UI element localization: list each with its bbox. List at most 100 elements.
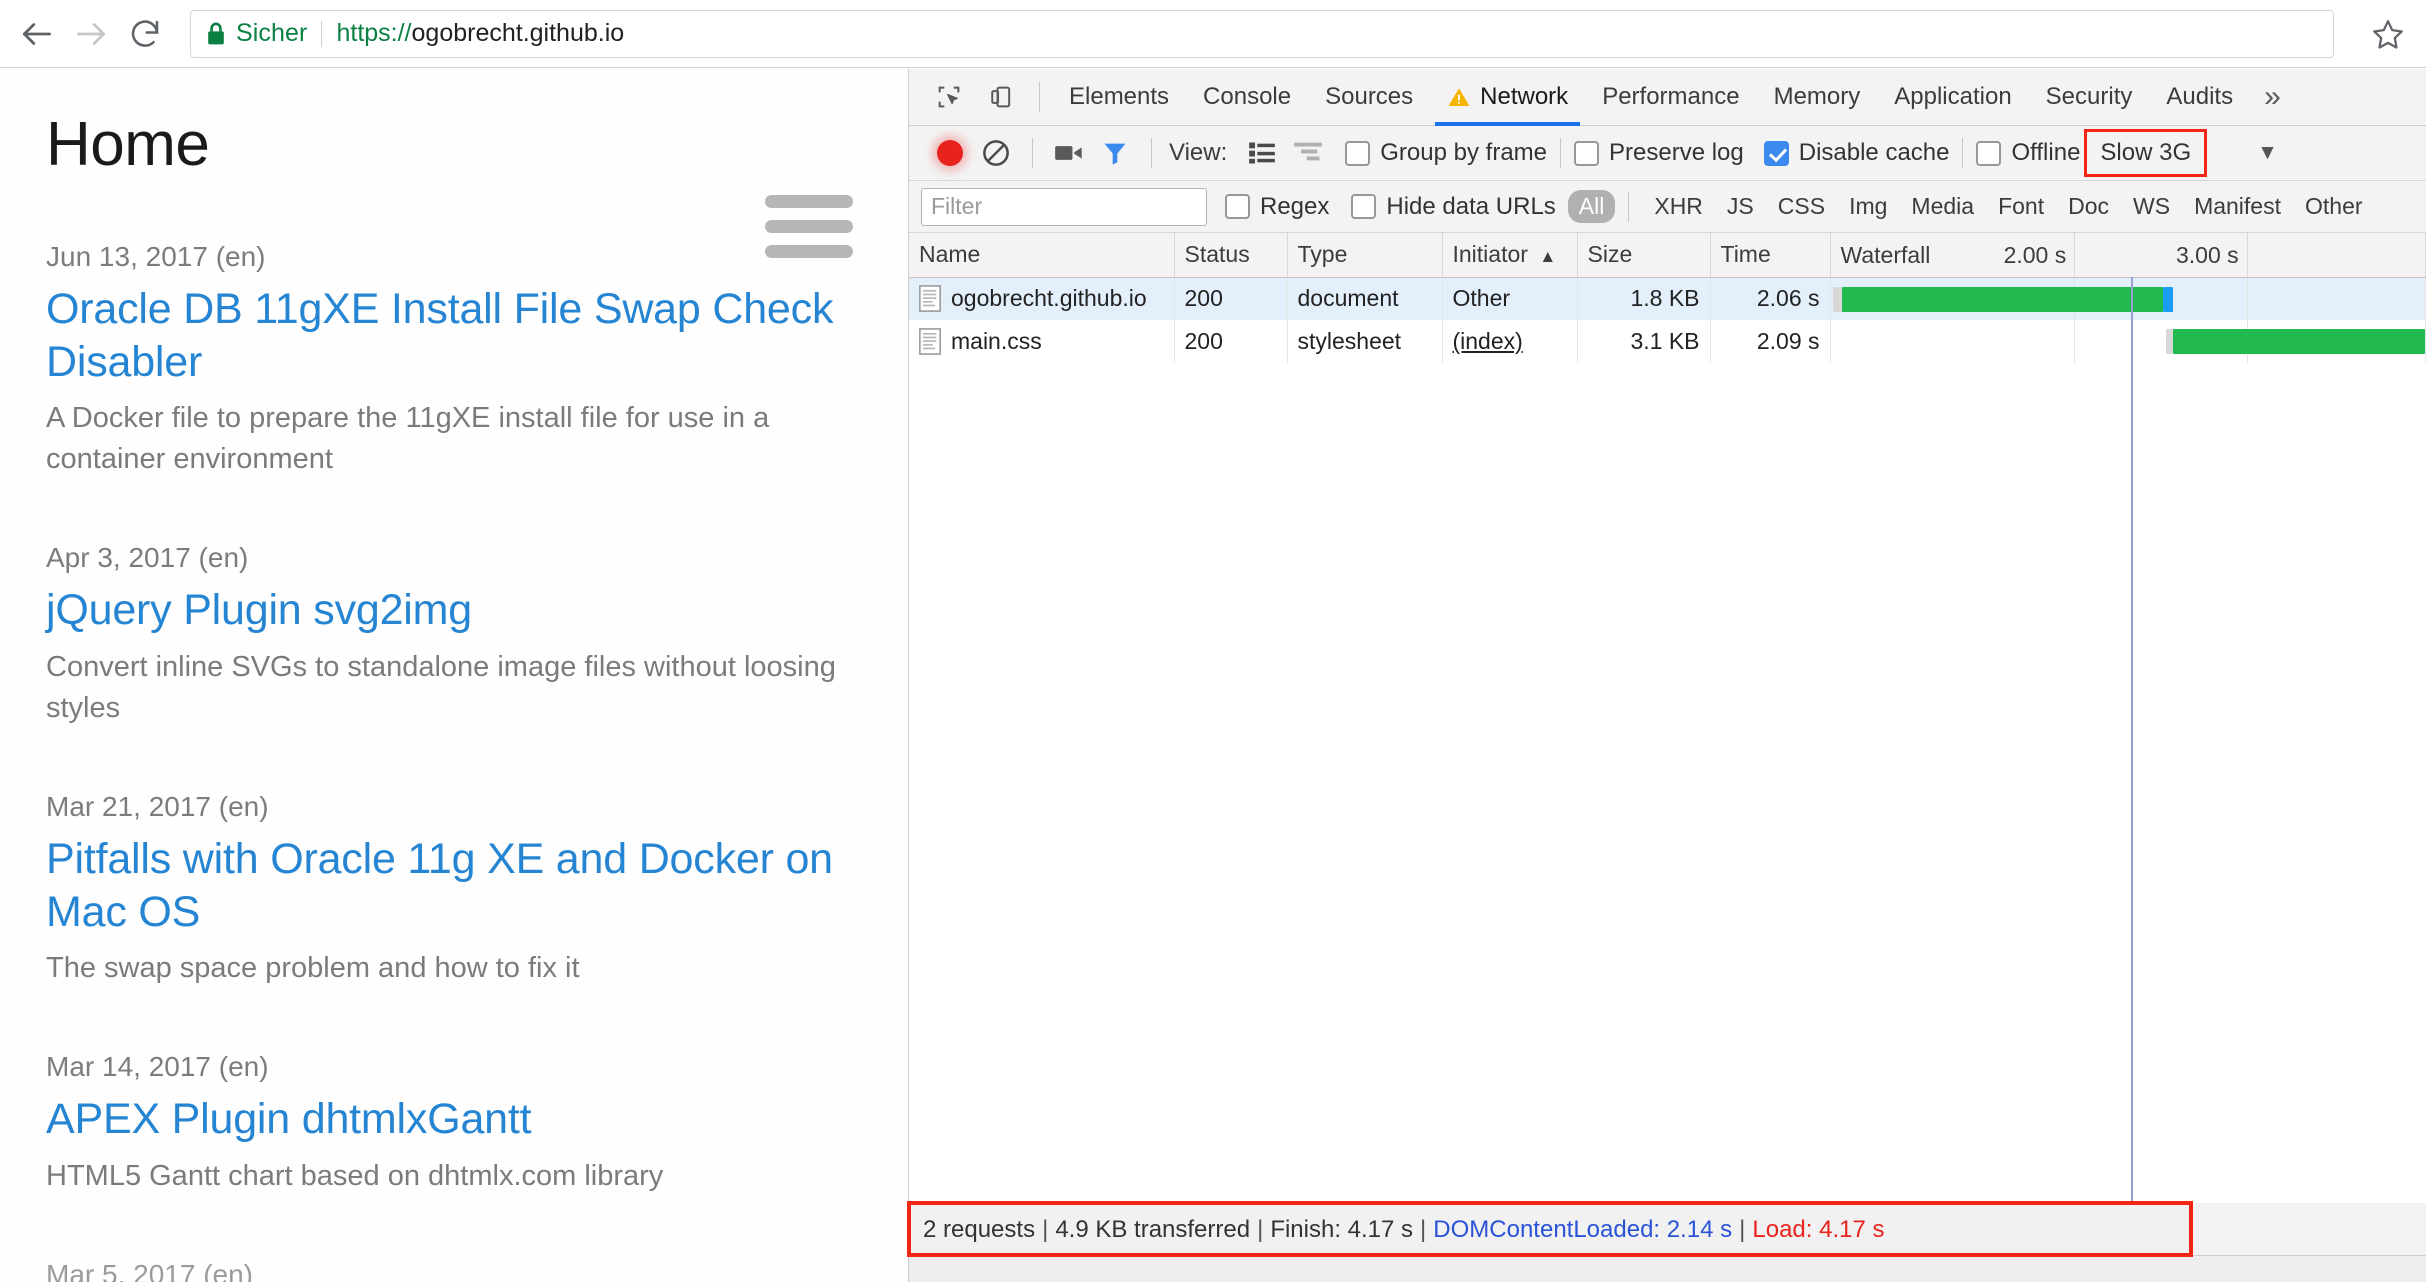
group-by-frame-checkbox[interactable]: Group by frame bbox=[1345, 139, 1547, 167]
waterfall-view-icon[interactable] bbox=[1285, 130, 1331, 176]
tab-application[interactable]: Application bbox=[1877, 69, 2028, 125]
cell-waterfall bbox=[1830, 277, 2426, 320]
inspect-element-icon[interactable] bbox=[923, 69, 975, 125]
preserve-log-checkbox[interactable]: Preserve log bbox=[1574, 139, 1744, 167]
post-date: Jun 13, 2017 (en) bbox=[46, 241, 266, 273]
filter-input[interactable] bbox=[921, 187, 1207, 226]
requests-table: Name Status Type Initiator ▲ Size Time W… bbox=[909, 233, 2426, 363]
omnibox-divider bbox=[321, 20, 323, 47]
bookmark-button[interactable] bbox=[2360, 6, 2416, 62]
inspect-glyph bbox=[938, 86, 960, 108]
filter-chip-all[interactable]: All bbox=[1567, 190, 1616, 223]
post-item: Apr 3, 2017 (en) jQuery Plugin svg2img C… bbox=[46, 542, 861, 729]
regex-checkbox[interactable]: Regex bbox=[1225, 193, 1329, 221]
initiator-link[interactable]: (index) bbox=[1453, 328, 1523, 354]
column-header-initiator-label: Initiator bbox=[1452, 241, 1528, 268]
post-item: Mar 14, 2017 (en) APEX Plugin dhtmlxGant… bbox=[46, 1051, 861, 1197]
toolbar-divider bbox=[1560, 138, 1561, 168]
tab-label: Performance bbox=[1602, 83, 1740, 110]
offline-checkbox[interactable]: Offline bbox=[1976, 139, 2080, 167]
column-header-type[interactable]: Type bbox=[1287, 233, 1443, 278]
chevron-down-icon[interactable]: ▼ bbox=[2257, 141, 2278, 165]
column-header-status[interactable]: Status bbox=[1174, 233, 1288, 278]
filter-chip-xhr[interactable]: XHR bbox=[1646, 191, 1711, 222]
forward-button[interactable] bbox=[64, 7, 118, 61]
column-header-initiator[interactable]: Initiator ▲ bbox=[1442, 233, 1578, 278]
device-toolbar-icon[interactable] bbox=[975, 69, 1027, 125]
stylesheet-file-icon bbox=[919, 328, 941, 355]
filter-chip-css[interactable]: CSS bbox=[1770, 191, 1833, 222]
clear-button[interactable] bbox=[973, 130, 1019, 176]
tab-security[interactable]: Security bbox=[2029, 69, 2150, 125]
url-text[interactable]: https://ogobrecht.github.io bbox=[336, 19, 624, 48]
network-summary-bar: 2 requests | 4.9 KB transferred | Finish… bbox=[907, 1201, 2193, 1257]
throttling-select[interactable]: Slow 3G bbox=[2084, 129, 2208, 177]
post-title-link[interactable]: APEX Plugin dhtmlxGantt bbox=[46, 1093, 861, 1145]
filter-chip-doc[interactable]: Doc bbox=[2060, 191, 2117, 222]
checkbox-box bbox=[1225, 194, 1250, 219]
post-date-partial: Mar 5, 2017 (en) bbox=[46, 1258, 253, 1282]
hide-data-urls-checkbox[interactable]: Hide data URLs bbox=[1351, 193, 1556, 221]
tab-sources[interactable]: Sources bbox=[1308, 69, 1430, 125]
list-view-icon[interactable] bbox=[1239, 130, 1285, 176]
reload-button[interactable] bbox=[118, 7, 172, 61]
camera-icon bbox=[1055, 146, 1082, 160]
post-description: Convert inline SVGs to standalone image … bbox=[46, 650, 836, 725]
column-header-name[interactable]: Name bbox=[909, 233, 1175, 278]
file-glyph bbox=[919, 285, 941, 313]
tab-label: Network bbox=[1480, 83, 1569, 110]
filter-chip-js[interactable]: JS bbox=[1719, 191, 1762, 222]
tab-console[interactable]: Console bbox=[1186, 69, 1308, 125]
column-header-size[interactable]: Size bbox=[1577, 233, 1711, 278]
post-description: The swap space problem and how to fix it bbox=[46, 952, 580, 985]
waterfall-receive-segment bbox=[2163, 286, 2173, 312]
tab-network[interactable]: Network bbox=[1430, 69, 1585, 126]
filter-chip-media[interactable]: Media bbox=[1903, 191, 1982, 222]
hamburger-bar bbox=[765, 245, 853, 258]
post-date: Mar 14, 2017 (en) bbox=[46, 1051, 269, 1083]
waterfall-download-segment bbox=[2172, 329, 2425, 354]
filter-chip-manifest[interactable]: Manifest bbox=[2186, 191, 2289, 222]
request-name: ogobrecht.github.io bbox=[951, 285, 1147, 312]
filter-chip-ws[interactable]: WS bbox=[2125, 191, 2178, 222]
clear-icon bbox=[983, 140, 1009, 166]
checkbox-label: Offline bbox=[2011, 139, 2081, 166]
capture-screenshots-button[interactable] bbox=[1046, 130, 1092, 176]
filter-chip-other[interactable]: Other bbox=[2297, 191, 2371, 222]
cell-type: stylesheet bbox=[1287, 320, 1443, 363]
summary-separator: | bbox=[1739, 1215, 1746, 1243]
summary-finish: Finish: 4.17 s bbox=[1270, 1215, 1414, 1243]
column-header-time[interactable]: Time bbox=[1710, 233, 1831, 278]
post-date: Mar 21, 2017 (en) bbox=[46, 791, 269, 823]
table-row[interactable]: main.css 200 stylesheet (index) 3.1 KB 2… bbox=[909, 320, 2426, 363]
summary-separator: | bbox=[1042, 1215, 1049, 1243]
post-item: Mar 21, 2017 (en) Pitfalls with Oracle 1… bbox=[46, 791, 861, 989]
filter-toggle-button[interactable] bbox=[1092, 130, 1138, 176]
toolbar-divider bbox=[1962, 138, 1964, 168]
post-title-link[interactable]: Pitfalls with Oracle 11g XE and Docker o… bbox=[46, 833, 861, 938]
arrow-left-icon bbox=[22, 22, 52, 45]
checkbox-box bbox=[1345, 140, 1371, 166]
tab-memory[interactable]: Memory bbox=[1757, 69, 1878, 125]
column-header-waterfall[interactable]: Waterfall 2.00 s 3.00 s bbox=[1830, 233, 2426, 278]
filter-chip-font[interactable]: Font bbox=[1990, 191, 2052, 222]
back-button[interactable] bbox=[10, 7, 64, 61]
cell-time: 2.06 s bbox=[1710, 277, 1831, 320]
tab-performance[interactable]: Performance bbox=[1585, 69, 1756, 125]
hamburger-menu-icon[interactable] bbox=[765, 195, 853, 270]
post-title-link[interactable]: jQuery Plugin svg2img bbox=[46, 584, 861, 636]
address-bar[interactable]: Sicher https://ogobrecht.github.io bbox=[190, 9, 2334, 58]
checkbox-box bbox=[1574, 140, 1599, 166]
sort-ascending-icon: ▲ bbox=[1539, 247, 1557, 267]
table-row[interactable]: ogobrecht.github.io 200 document Other 1… bbox=[909, 277, 2426, 320]
checkbox-box bbox=[1351, 194, 1377, 219]
post-date: Apr 3, 2017 (en) bbox=[46, 542, 249, 574]
request-name: main.css bbox=[951, 328, 1042, 354]
post-title-link[interactable]: Oracle DB 11gXE Install File Swap Check … bbox=[46, 283, 861, 388]
disable-cache-checkbox[interactable]: Disable cache bbox=[1763, 139, 1949, 167]
tab-elements[interactable]: Elements bbox=[1052, 69, 1186, 125]
more-tabs-icon[interactable]: » bbox=[2250, 69, 2299, 125]
record-button[interactable] bbox=[927, 130, 973, 176]
tab-audits[interactable]: Audits bbox=[2149, 69, 2250, 125]
filter-chip-img[interactable]: Img bbox=[1841, 191, 1895, 222]
